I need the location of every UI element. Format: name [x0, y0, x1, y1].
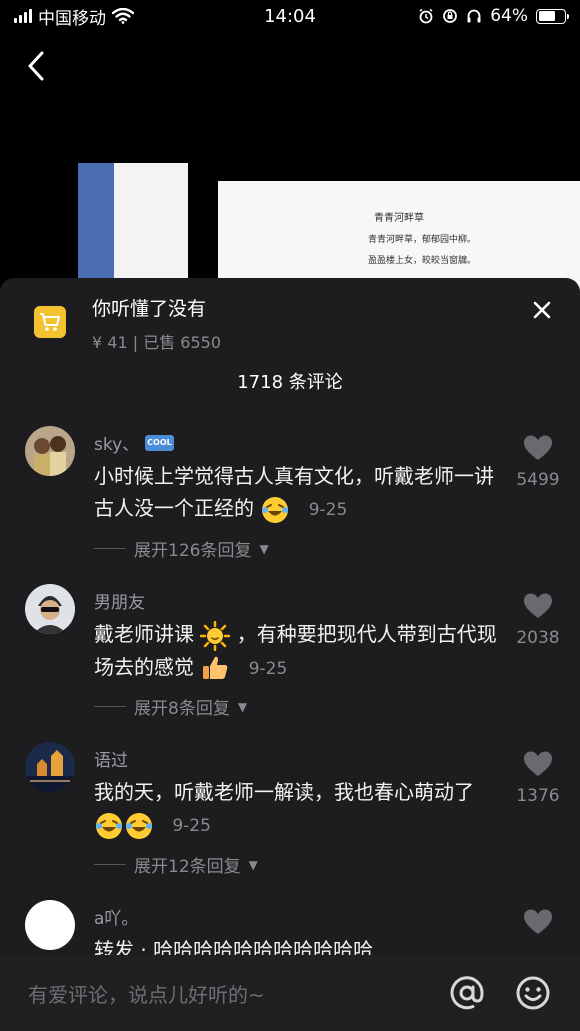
comment-input[interactable]: 有爱评论，说点儿好听的~	[28, 979, 420, 1008]
divider	[94, 706, 126, 707]
smiley-icon	[516, 976, 550, 1010]
avatar[interactable]	[25, 584, 75, 634]
heart-icon	[524, 751, 552, 776]
comment-input-bar: 有爱评论，说点儿好听的~	[0, 955, 580, 1031]
poem-line: 青青河畔草，郁郁园中柳。	[368, 235, 477, 245]
comment-user[interactable]: 语过	[94, 746, 128, 771]
emoji-button[interactable]	[514, 974, 552, 1012]
close-button[interactable]	[528, 296, 556, 324]
product-info: 你听懂了没有 ¥ 41 | 已售 6550	[92, 294, 221, 353]
laughing-tears-emoji	[262, 496, 289, 523]
like-button[interactable]: 5499	[506, 434, 570, 490]
status-bar: 中国移动 14:04 64%	[0, 0, 580, 32]
comment-body: 戴老师讲课	[94, 622, 194, 646]
book-cover	[78, 163, 188, 293]
expand-label: 展开8条回复	[134, 699, 230, 719]
shopping-cart-icon	[34, 306, 66, 338]
thumbs-up-emoji	[203, 656, 228, 679]
comment-text[interactable]: 戴老师讲课 ，有种要把现代人带到古代现场去的感觉 9-25	[94, 618, 504, 685]
chevron-left-icon	[28, 51, 44, 81]
separator: |	[132, 333, 144, 352]
poem-line: 盈盈楼上女，皎皎当窗牖。	[368, 256, 477, 266]
alarm-icon	[419, 8, 433, 24]
cool-badge-icon: COOL	[145, 434, 174, 451]
like-count: 5499	[516, 470, 560, 490]
close-icon	[533, 301, 551, 319]
heart-icon	[524, 593, 552, 618]
comment-body: 小时候上学觉得古人真有文化，听戴老师一讲古人没一个正经的	[94, 464, 494, 520]
divider	[94, 864, 126, 865]
comment-count: 1718 条评论	[237, 372, 343, 393]
like-button[interactable]: 1376	[506, 750, 570, 806]
avatar[interactable]	[25, 426, 75, 476]
comment-body: 我的天，听戴老师一解读，我也春心萌动了	[94, 780, 474, 804]
status-left: 中国移动	[14, 4, 134, 29]
username: 男朋友	[94, 593, 145, 613]
product-price: ¥ 41	[92, 333, 128, 352]
like-count: 2038	[516, 628, 560, 648]
laughing-tears-emoji	[126, 812, 152, 839]
heart-icon	[524, 435, 552, 460]
status-right: 64%	[418, 6, 569, 26]
expand-label: 展开12条回复	[134, 857, 241, 877]
like-count: 1376	[516, 786, 560, 806]
username: sky、	[94, 435, 140, 455]
username: 语过	[94, 751, 128, 771]
product-meta: ¥ 41 | 已售 6550	[92, 329, 221, 353]
divider	[94, 548, 126, 549]
heart-icon	[524, 909, 552, 934]
expand-replies[interactable]: 展开12条回复 ▼	[94, 852, 258, 877]
comment-date: 9-25	[172, 816, 211, 836]
sun-emoji	[200, 620, 231, 651]
rotation-lock-icon	[443, 9, 458, 23]
caret-down-icon: ▼	[259, 541, 269, 556]
like-button[interactable]	[506, 908, 570, 940]
like-button[interactable]: 2038	[506, 592, 570, 648]
wifi-icon	[112, 8, 134, 24]
battery-level	[538, 11, 555, 21]
comment-sheet: 你听懂了没有 ¥ 41 | 已售 6550 1718 条评论 sky、 COOL…	[0, 278, 580, 1031]
expand-replies[interactable]: 展开8条回复 ▼	[94, 694, 247, 719]
comment-date: 9-25	[308, 500, 348, 520]
signal-icon	[14, 9, 32, 23]
headphones-icon	[467, 9, 481, 23]
video-frame[interactable]: 青青河畔草 青青河畔草，郁郁园中柳。 盈盈楼上女，皎皎当窗牖。	[0, 155, 580, 301]
comment-user[interactable]: 男朋友	[94, 588, 145, 613]
caret-down-icon: ▼	[248, 857, 258, 872]
poem-title: 青青河畔草	[374, 213, 424, 224]
back-button[interactable]	[18, 46, 54, 86]
at-sign-icon	[450, 976, 484, 1010]
expand-label: 展开126条回复	[134, 541, 252, 561]
comment-text[interactable]: 我的天，听戴老师一解读，我也春心萌动了 9-25	[94, 776, 504, 842]
carrier-label: 中国移动	[38, 8, 106, 29]
avatar[interactable]	[25, 900, 75, 950]
product-card[interactable]: 你听懂了没有 ¥ 41 | 已售 6550	[34, 294, 221, 353]
expand-replies[interactable]: 展开126条回复 ▼	[94, 536, 269, 561]
screen: 中国移动 14:04 64% 青青河畔草 青青河畔草，郁郁园中柳。 盈盈楼上女，…	[0, 0, 580, 1031]
comment-date: 9-25	[248, 658, 288, 679]
comment-user[interactable]: sky、 COOL	[94, 430, 174, 455]
product-title: 你听懂了没有	[92, 298, 207, 320]
comment-user[interactable]: a吖。	[94, 904, 138, 929]
username: a吖。	[94, 909, 139, 929]
battery-icon	[536, 8, 569, 24]
avatar[interactable]	[25, 742, 75, 792]
comment-text[interactable]: 小时候上学觉得古人真有文化，听戴老师一讲古人没一个正经的 9-25	[94, 460, 504, 526]
battery-percent: 64%	[490, 6, 528, 26]
mention-button[interactable]	[448, 974, 486, 1012]
laughing-tears-emoji	[96, 812, 122, 839]
caret-down-icon: ▼	[237, 699, 248, 714]
product-sold: 已售 6550	[143, 333, 222, 352]
